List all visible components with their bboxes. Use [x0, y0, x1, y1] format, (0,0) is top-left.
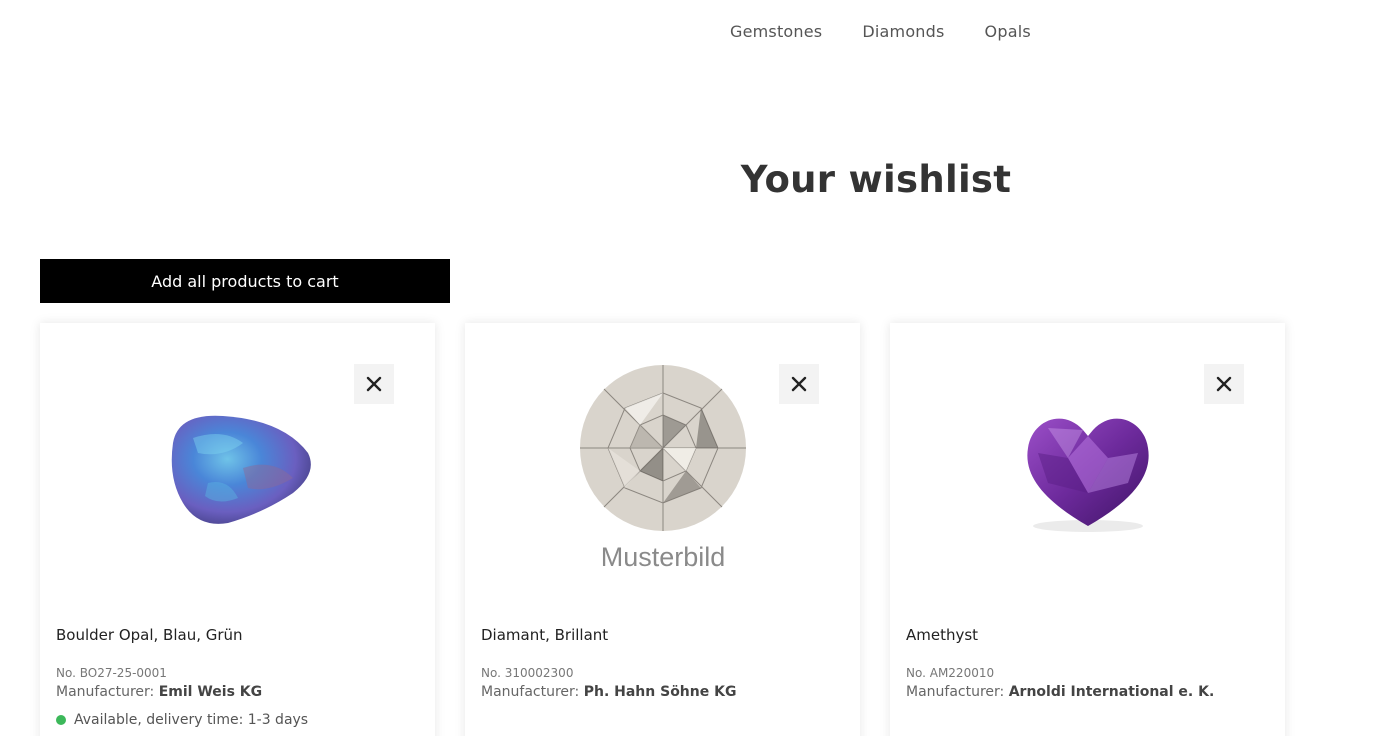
product-name[interactable]: Diamant, Brillant: [481, 626, 608, 644]
add-all-to-cart-button[interactable]: Add all products to cart: [40, 259, 450, 303]
diamond-image: Musterbild: [579, 365, 746, 572]
product-number: No. BO27-25-0001: [56, 666, 167, 680]
product-name[interactable]: Boulder Opal, Blau, Grün: [56, 626, 243, 644]
manufacturer-name: Ph. Hahn Söhne KG: [583, 684, 737, 700]
manufacturer-label: Manufacturer:: [906, 684, 1005, 700]
wishlist-grid: Boulder Opal, Blau, Grün No. BO27-25-000…: [40, 323, 1285, 736]
main-nav: Gemstones Diamonds Opals: [730, 22, 1031, 41]
product-manufacturer: Manufacturer: Arnoldi International e. K…: [906, 684, 1214, 700]
close-icon: [1216, 376, 1232, 392]
wishlist-card: Amethyst No. AM220010 Manufacturer: Arno…: [890, 323, 1285, 736]
product-manufacturer: Manufacturer: Ph. Hahn Söhne KG: [481, 684, 736, 700]
manufacturer-label: Manufacturer:: [56, 684, 155, 700]
remove-from-wishlist-button[interactable]: [354, 364, 394, 404]
product-manufacturer: Manufacturer: Emil Weis KG: [56, 684, 262, 700]
wishlist-card: Boulder Opal, Blau, Grün No. BO27-25-000…: [40, 323, 435, 736]
image-caption: Musterbild: [600, 542, 725, 572]
manufacturer-label: Manufacturer:: [481, 684, 580, 700]
manufacturer-name: Emil Weis KG: [158, 684, 263, 700]
availability-dot-icon: [56, 715, 66, 725]
amethyst-image: [1026, 418, 1149, 532]
nav-item-opals[interactable]: Opals: [985, 22, 1031, 41]
close-icon: [366, 376, 382, 392]
remove-from-wishlist-button[interactable]: [779, 364, 819, 404]
page-title: Your wishlist: [740, 158, 1012, 201]
availability-text: Available, delivery time: 1-3 days: [74, 712, 309, 728]
availability-status: Available, delivery time: 1-3 days: [56, 712, 308, 728]
manufacturer-name: Arnoldi International e. K.: [1008, 684, 1215, 700]
wishlist-card: Musterbild Diamant, Brillant No. 3100023…: [465, 323, 860, 736]
product-number: No. 310002300: [481, 666, 574, 680]
close-icon: [791, 376, 807, 392]
opal-image: [171, 415, 311, 524]
remove-from-wishlist-button[interactable]: [1204, 364, 1244, 404]
product-name[interactable]: Amethyst: [906, 626, 978, 644]
nav-item-diamonds[interactable]: Diamonds: [862, 22, 944, 41]
nav-item-gemstones[interactable]: Gemstones: [730, 22, 822, 41]
product-number: No. AM220010: [906, 666, 995, 680]
